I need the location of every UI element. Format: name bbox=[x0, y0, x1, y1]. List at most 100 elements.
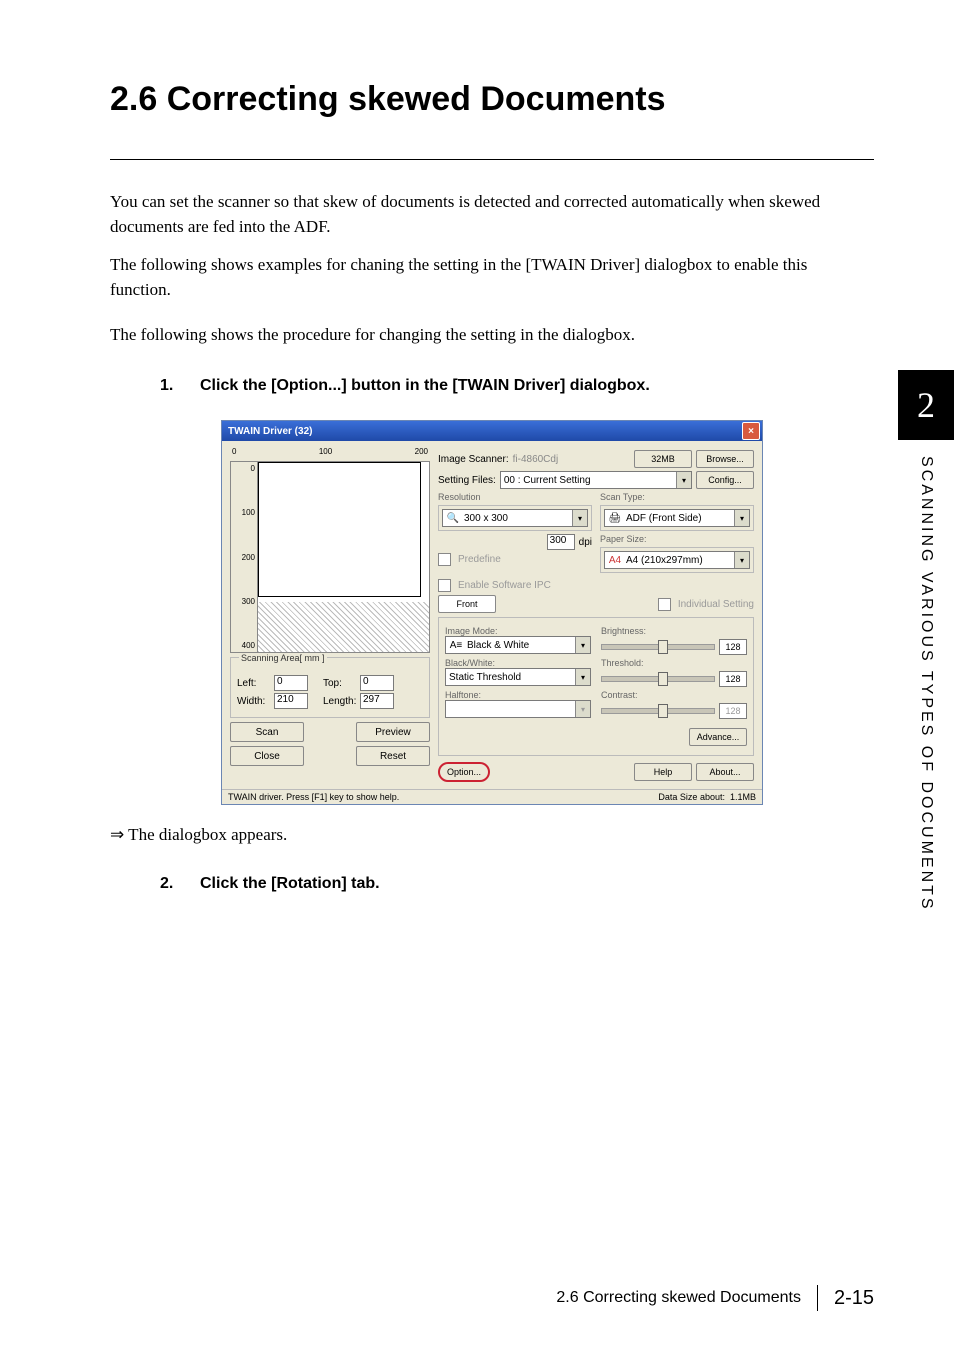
scanning-area-group: Scanning Area[ mm ] Left: 0 Top: 0 Width… bbox=[230, 657, 430, 718]
footer-section: 2.6 Correcting skewed Documents bbox=[556, 1289, 801, 1307]
individual-setting-label: Individual Setting bbox=[678, 599, 754, 610]
preview-button[interactable]: Preview bbox=[356, 722, 430, 742]
image-scanner-label: Image Scanner: bbox=[438, 454, 509, 465]
brightness-value[interactable]: 128 bbox=[719, 639, 747, 655]
contrast-slider bbox=[601, 708, 715, 714]
width-label: Width: bbox=[237, 696, 271, 707]
threshold-slider[interactable] bbox=[601, 676, 715, 682]
footer-page-number: 2-15 bbox=[834, 1287, 874, 1310]
image-scanner-value: fi-4860Cdj bbox=[513, 454, 630, 465]
status-text: TWAIN driver. Press [F1] key to show hel… bbox=[228, 792, 399, 802]
halftone-combo: ▾ bbox=[445, 700, 591, 718]
brightness-slider[interactable] bbox=[601, 644, 715, 650]
resolution-value: 300 x 300 bbox=[464, 513, 508, 524]
threshold-value[interactable]: 128 bbox=[719, 671, 747, 687]
predefine-checkbox[interactable] bbox=[438, 553, 451, 566]
help-button[interactable]: Help bbox=[634, 763, 692, 781]
resolution-combo[interactable]: 🔍 300 x 300 ▾ bbox=[442, 509, 588, 527]
vertical-ruler: 0 100 200 300 400 bbox=[231, 462, 258, 652]
black-white-combo[interactable]: Static Threshold ▾ bbox=[445, 668, 591, 686]
ruler-tick: 0 bbox=[232, 447, 236, 461]
top-label: Top: bbox=[323, 678, 357, 689]
side-tab: 2 SCANNING VARIOUS TYPES OF DOCUMENTS bbox=[898, 370, 954, 912]
option-button[interactable]: Option... bbox=[438, 762, 490, 782]
data-size-label: Data Size about: bbox=[658, 792, 725, 802]
text-icon: A≡ bbox=[449, 638, 463, 652]
black-white-value: Static Threshold bbox=[449, 672, 521, 683]
scan-button[interactable]: Scan bbox=[230, 722, 304, 742]
body-paragraph-1: You can set the scanner so that skew of … bbox=[110, 190, 870, 239]
enable-ipc-label: Enable Software IPC bbox=[458, 580, 551, 591]
step-2-text: Click the [Rotation] tab. bbox=[200, 875, 380, 893]
contrast-label: Contrast: bbox=[601, 690, 747, 700]
scan-type-label: Scan Type: bbox=[600, 492, 754, 502]
step-1-text: Click the [Option...] button in the [TWA… bbox=[200, 377, 650, 395]
brightness-label: Brightness: bbox=[601, 626, 747, 636]
ruler-tick: 300 bbox=[242, 597, 255, 606]
body-paragraph-3: The following shows the procedure for ch… bbox=[110, 323, 870, 348]
config-button[interactable]: Config... bbox=[696, 471, 754, 489]
scanning-area-legend: Scanning Area[ mm ] bbox=[239, 653, 327, 663]
chevron-down-icon[interactable]: ▾ bbox=[734, 510, 749, 526]
chevron-down-icon[interactable]: ▾ bbox=[575, 637, 590, 653]
reset-button[interactable]: Reset bbox=[356, 746, 430, 766]
image-mode-label: Image Mode: bbox=[445, 626, 591, 636]
chapter-number-badge: 2 bbox=[898, 370, 954, 440]
ruler-tick: 400 bbox=[242, 641, 255, 650]
chevron-down-icon[interactable]: ▾ bbox=[734, 552, 749, 568]
close-icon[interactable]: × bbox=[742, 422, 760, 440]
halftone-label: Halftone: bbox=[445, 690, 591, 700]
scan-type-combo[interactable]: 🖨ADF (Front Side)▾ bbox=[604, 509, 750, 527]
front-tab[interactable]: Front bbox=[438, 595, 496, 613]
chevron-down-icon[interactable]: ▾ bbox=[572, 510, 587, 526]
about-button[interactable]: About... bbox=[696, 763, 754, 781]
chevron-down-icon[interactable]: ▾ bbox=[676, 472, 691, 488]
dpi-suffix: dpi bbox=[579, 537, 592, 548]
step-2: 2. Click the [Rotation] tab. bbox=[160, 875, 874, 893]
result-line: ⇒ The dialogbox appears. bbox=[110, 825, 874, 845]
twain-driver-dialog: TWAIN Driver (32) × 0 100 200 0 100 200 bbox=[221, 420, 763, 805]
data-size-value: 1.1MB bbox=[730, 792, 756, 802]
page-icon: A4 bbox=[608, 553, 622, 567]
length-label: Length: bbox=[323, 696, 357, 707]
chevron-down-icon: ▾ bbox=[575, 701, 590, 717]
body-paragraph-2: The following shows examples for chaning… bbox=[110, 253, 870, 302]
step-2-number: 2. bbox=[160, 875, 200, 893]
setting-files-label: Setting Files: bbox=[438, 475, 496, 486]
close-button[interactable]: Close bbox=[230, 746, 304, 766]
horizontal-ruler: 0 100 200 bbox=[230, 447, 430, 461]
length-input[interactable]: 297 bbox=[360, 693, 394, 709]
paper-size-value: A4 (210x297mm) bbox=[626, 555, 703, 566]
side-tab-text: SCANNING VARIOUS TYPES OF DOCUMENTS bbox=[917, 440, 935, 912]
scan-preview-area[interactable]: 0 100 200 300 400 bbox=[230, 461, 430, 653]
page-title: 2.6 Correcting skewed Documents bbox=[110, 80, 874, 119]
chevron-down-icon[interactable]: ▾ bbox=[575, 669, 590, 685]
status-bar: TWAIN driver. Press [F1] key to show hel… bbox=[222, 789, 762, 804]
image-mode-value: Black & White bbox=[467, 640, 529, 651]
width-input[interactable]: 210 bbox=[274, 693, 308, 709]
footer-separator bbox=[817, 1285, 818, 1311]
threshold-label: Threshold: bbox=[601, 658, 747, 668]
enable-ipc-checkbox bbox=[438, 579, 451, 592]
step-1-number: 1. bbox=[160, 377, 200, 395]
dpi-input[interactable]: 300 bbox=[547, 534, 575, 550]
image-mode-combo[interactable]: A≡ Black & White ▾ bbox=[445, 636, 591, 654]
predefine-label: Predefine bbox=[458, 554, 501, 565]
ruler-tick: 200 bbox=[415, 447, 428, 461]
ruler-tick: 200 bbox=[242, 553, 255, 562]
top-input[interactable]: 0 bbox=[360, 675, 394, 691]
scan-type-value: ADF (Front Side) bbox=[626, 513, 702, 524]
left-input[interactable]: 0 bbox=[274, 675, 308, 691]
individual-setting-checkbox bbox=[658, 598, 671, 611]
paper-size-combo[interactable]: A4 A4 (210x297mm) ▾ bbox=[604, 551, 750, 569]
left-label: Left: bbox=[237, 678, 271, 689]
ruler-tick: 100 bbox=[319, 447, 332, 461]
magnifier-icon: 🔍 bbox=[446, 511, 460, 525]
black-white-label: Black/White: bbox=[445, 658, 591, 668]
browse-button[interactable]: Browse... bbox=[696, 450, 754, 468]
ruler-tick: 100 bbox=[242, 508, 255, 517]
memory-value: 32MB bbox=[634, 450, 692, 468]
advance-button[interactable]: Advance... bbox=[689, 728, 747, 746]
dialog-title: TWAIN Driver (32) bbox=[228, 426, 312, 437]
setting-files-combo[interactable]: 00 : Current Setting▾ bbox=[500, 471, 692, 489]
